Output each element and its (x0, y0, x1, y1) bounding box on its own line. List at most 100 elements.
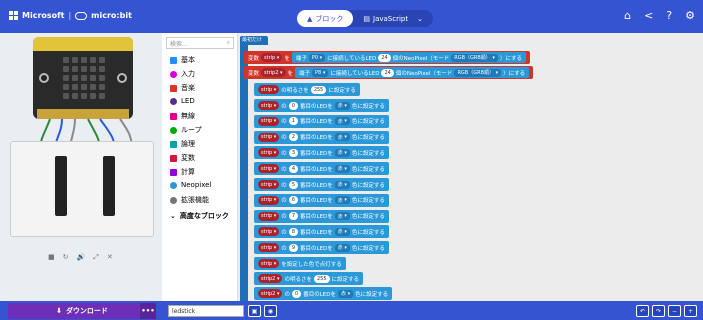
close-icon[interactable]: ✕ (107, 253, 113, 262)
pixel-index-input[interactable]: 1 (288, 117, 298, 126)
mode-dropdown[interactable]: RGB（GRB順） ▾ (454, 68, 502, 77)
category-math[interactable]: 計算 (170, 167, 195, 177)
set-brightness-block[interactable]: strip ▾ の明るさを 255 に設定する (254, 83, 360, 96)
category-music[interactable]: 音楽 (170, 83, 195, 93)
variable-dropdown[interactable]: strip2 ▾ (261, 68, 286, 77)
show-block[interactable]: strip ▾ を設定した色で点灯する (254, 257, 346, 270)
pixel-index-input[interactable]: 4 (288, 164, 298, 173)
settings-icon[interactable]: ⚙ (685, 9, 695, 22)
neopixel-create-block[interactable]: 端子 P0 ▾ に接続しているLED 24 個のNeoPixel（モード RGB… (291, 52, 526, 63)
set-pixel-color-block[interactable]: strip ▾ の 6 番目のLEDを赤 ▾ 色に設定する (254, 193, 389, 207)
category-input[interactable]: 入力 (170, 69, 195, 79)
search-icon[interactable]: ⌕ (227, 39, 230, 47)
pixel-index-input[interactable]: 8 (288, 227, 298, 236)
variable-dropdown[interactable]: strip ▾ (258, 164, 280, 174)
brightness-input[interactable]: 255 (310, 85, 327, 94)
download-button[interactable]: ⬇ ダウンロード ••• (8, 303, 156, 319)
category-loops[interactable]: ループ (170, 125, 202, 135)
variable-dropdown[interactable]: strip ▾ (261, 53, 283, 62)
pin-dropdown[interactable]: P0 ▾ (308, 53, 326, 62)
javascript-mode-button[interactable]: ▤ JavaScript ⌄ (353, 10, 433, 27)
variable-dropdown[interactable]: strip ▾ (258, 132, 280, 142)
neopixel-create-block[interactable]: 端子 P8 ▾ に接続しているLED 24 個のNeoPixel（モード RGB… (295, 67, 530, 78)
pixel-index-input[interactable]: 5 (288, 180, 298, 189)
pixel-index-input[interactable]: 0 (288, 101, 298, 110)
mode-dropdown[interactable]: RGB（GRB順） ▾ (451, 53, 498, 62)
brightness-input[interactable]: 255 (314, 274, 330, 283)
set-pixel-color-block[interactable]: strip ▾ の 7 番目のLEDを赤 ▾ 色に設定する (254, 209, 389, 223)
set-pixel-color-block[interactable]: strip ▾ の 4 番目のLEDを赤 ▾ 色に設定する (254, 162, 389, 176)
variable-dropdown[interactable]: strip ▾ (258, 180, 280, 189)
set-brightness-block[interactable]: strip2 ▾ の明るさを 255 に設定する (254, 272, 364, 285)
set-variable-block[interactable]: 変数 strip2 ▾ を 端子 P8 ▾ に接続しているLED 24 個のNe… (244, 66, 534, 79)
variable-dropdown[interactable]: strip ▾ (258, 116, 280, 126)
color-dropdown[interactable]: 赤 ▾ (334, 148, 350, 157)
category-neopixel[interactable]: Neopixel (170, 181, 211, 189)
zoom-out-icon[interactable]: − (668, 305, 681, 317)
save-icon[interactable]: ▣ (248, 305, 261, 317)
led-count-input[interactable]: 24 (378, 53, 391, 62)
color-dropdown[interactable]: 赤 ▾ (334, 243, 350, 252)
brand[interactable]: Microsoft | micro:bit (9, 11, 132, 20)
set-pixel-color-block[interactable]: strip ▾ の 0 番目のLEDを赤 ▾ 色に設定する (254, 99, 389, 112)
color-dropdown[interactable]: 赤 ▾ (334, 227, 350, 236)
fullscreen-icon[interactable]: ⤢ (93, 253, 99, 262)
variable-dropdown[interactable]: strip ▾ (258, 195, 280, 205)
blocks-workspace[interactable]: 最初だけ 変数 strip ▾ を 端子 P0 ▾ に接続しているLED 24 … (238, 33, 703, 301)
stop-icon[interactable]: ■ (48, 253, 55, 262)
pixel-index-input[interactable]: 6 (288, 196, 298, 205)
set-pixel-color-block[interactable]: strip ▾ の 5 番目のLEDを赤 ▾ 色に設定する (254, 178, 389, 191)
chevron-down-icon[interactable]: ⌄ (417, 15, 423, 23)
set-pixel-color-block[interactable]: strip ▾ の 2 番目のLEDを赤 ▾ 色に設定する (254, 130, 389, 144)
set-pixel-color-block[interactable]: strip ▾ の 3 番目のLEDを赤 ▾ 色に設定する (254, 146, 389, 160)
pixel-index-input[interactable]: 3 (288, 148, 298, 157)
color-dropdown[interactable]: 赤 ▾ (334, 117, 350, 126)
variable-dropdown[interactable]: strip ▾ (258, 227, 280, 237)
help-icon[interactable]: ? (666, 9, 672, 22)
color-dropdown[interactable]: 赤 ▾ (334, 180, 350, 189)
variable-dropdown[interactable]: strip2 ▾ (258, 274, 283, 283)
category-extensions[interactable]: 拡張機能 (170, 195, 209, 205)
home-icon[interactable]: ⌂ (624, 9, 631, 22)
category-led[interactable]: LED (170, 97, 195, 105)
color-dropdown[interactable]: 赤 ▾ (334, 164, 350, 173)
category-radio[interactable]: 無線 (170, 111, 195, 121)
pixel-index-input[interactable]: 2 (288, 133, 298, 142)
restart-icon[interactable]: ↻ (63, 253, 69, 262)
color-dropdown[interactable]: 赤 ▾ (334, 101, 350, 110)
category-variables[interactable]: 変数 (170, 153, 195, 163)
variable-dropdown[interactable]: strip ▾ (258, 259, 280, 268)
color-dropdown[interactable]: 赤 ▾ (337, 289, 354, 298)
variable-dropdown[interactable]: strip ▾ (258, 211, 280, 221)
variable-dropdown[interactable]: strip ▾ (258, 101, 280, 110)
pixel-index-input[interactable]: 0 (292, 289, 302, 298)
variable-dropdown[interactable]: strip ▾ (258, 85, 280, 94)
set-variable-block[interactable]: 変数 strip ▾ を 端子 P0 ▾ に接続しているLED 24 個のNeo… (244, 51, 530, 64)
color-dropdown[interactable]: 赤 ▾ (334, 212, 350, 221)
on-start-block[interactable]: 最初だけ (240, 36, 268, 45)
set-pixel-color-block[interactable]: strip ▾ の 9 番目のLEDを赤 ▾ 色に設定する (254, 241, 389, 255)
redo-icon[interactable]: ↷ (652, 305, 665, 317)
zoom-in-icon[interactable]: + (684, 305, 697, 317)
set-pixel-color-block[interactable]: strip2 ▾ の 0 番目のLEDを 赤 ▾ 色に設定する (254, 287, 393, 300)
category-logic[interactable]: 論理 (170, 139, 195, 149)
category-advanced[interactable]: ⌄ 高度なブロック (170, 211, 229, 221)
github-icon[interactable]: ◉ (264, 305, 277, 317)
variable-dropdown[interactable]: strip ▾ (258, 243, 280, 253)
project-name-input[interactable]: ledstick (168, 305, 244, 317)
pixel-index-input[interactable]: 7 (288, 212, 298, 221)
search-input[interactable]: 検索... ⌕ (166, 37, 234, 49)
color-dropdown[interactable]: 赤 ▾ (334, 196, 350, 205)
variable-dropdown[interactable]: strip ▾ (258, 148, 280, 158)
share-icon[interactable]: < (644, 9, 653, 22)
blocks-mode-button[interactable]: ▲ ブロック (297, 10, 354, 27)
undo-icon[interactable]: ↶ (636, 305, 649, 317)
pin-dropdown[interactable]: P8 ▾ (312, 68, 329, 77)
led-count-input[interactable]: 24 (381, 68, 394, 77)
download-more-button[interactable]: ••• (140, 303, 156, 319)
set-pixel-color-block[interactable]: strip ▾ の 8 番目のLEDを赤 ▾ 色に設定する (254, 225, 389, 239)
variable-dropdown[interactable]: strip2 ▾ (258, 289, 283, 298)
pixel-index-input[interactable]: 9 (288, 243, 298, 252)
color-dropdown[interactable]: 赤 ▾ (334, 133, 350, 142)
category-basic[interactable]: 基本 (170, 55, 195, 65)
